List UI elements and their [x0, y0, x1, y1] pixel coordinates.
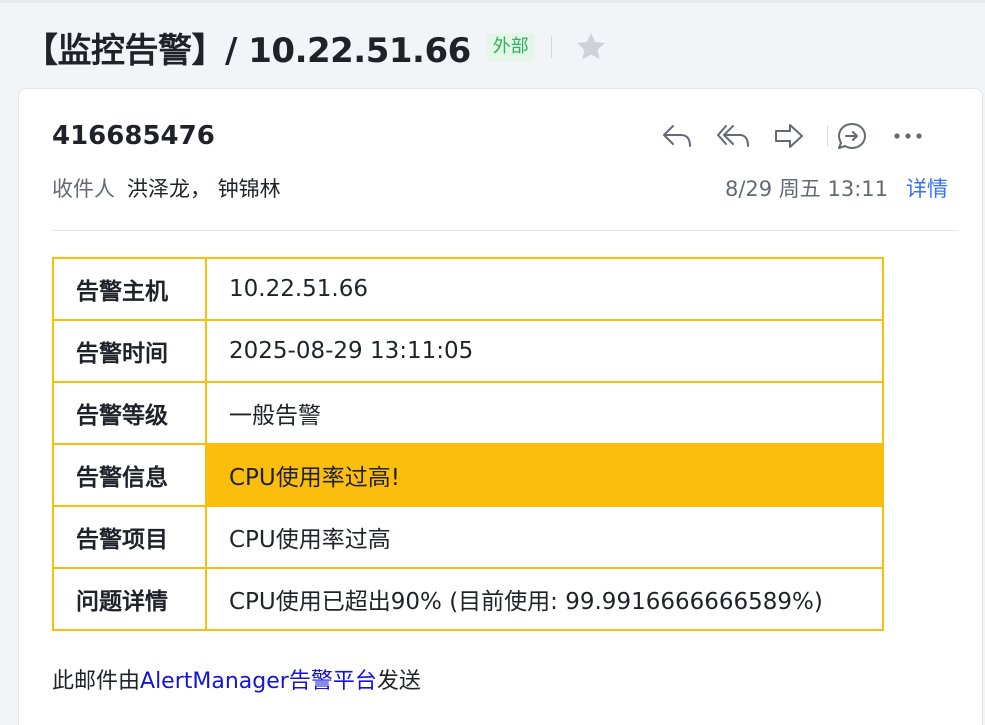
alert-table: 告警主机 10.22.51.66 告警时间 2025-08-29 13:11:05 告警…: [52, 257, 884, 631]
comment-icon: [838, 123, 866, 149]
alert-key-cell: 告警主机: [52, 257, 207, 321]
reply-icon: [663, 125, 691, 147]
alert-value-cell: 10.22.51.66: [205, 257, 884, 321]
table-row: 告警项目 CPU使用率过高: [52, 505, 884, 569]
alert-key-cell: 问题详情: [52, 567, 207, 631]
recipients-names: 洪泽龙， 钟锦林: [127, 177, 281, 201]
alert-key-cell: 告警时间: [52, 319, 207, 383]
table-row: 告警信息 CPU使用率过高!: [52, 443, 884, 507]
table-row: 告警主机 10.22.51.66: [52, 257, 884, 321]
alert-value-cell: 一般告警: [205, 381, 884, 445]
reply-all-icon: [717, 125, 749, 147]
email-subject: 【监控告警】/ 10.22.51.66: [24, 30, 471, 71]
alert-value-cell: 2025-08-29 13:11:05: [205, 319, 884, 383]
footer-suffix: 发送: [376, 669, 421, 694]
subject-row: 【监控告警】/ 10.22.51.66 外部: [24, 24, 608, 71]
forward-icon: [775, 124, 803, 148]
recipients-label: 收件人: [52, 177, 115, 201]
comment-button[interactable]: [834, 120, 870, 152]
table-row: 告警时间 2025-08-29 13:11:05: [52, 319, 884, 383]
alert-key-cell: 告警信息: [52, 443, 207, 507]
external-tag: 外部: [486, 33, 535, 61]
email-card: 416685476 收件人 洪泽龙， 钟锦林 8/29 周五 13:11 详情 …: [18, 88, 983, 725]
alert-value-cell-highlighted: CPU使用率过高!: [205, 443, 884, 507]
alert-value-cell: CPU使用率过高: [205, 505, 884, 569]
email-date: 8/29 周五 13:11: [724, 177, 888, 201]
separator: [550, 36, 552, 58]
details-link[interactable]: 详情: [906, 177, 948, 201]
alert-key-cell: 告警等级: [52, 381, 207, 445]
star-icon[interactable]: [574, 30, 608, 64]
forward-button[interactable]: [771, 120, 807, 152]
footer-prefix: 此邮件由: [52, 669, 141, 694]
alertmanager-link[interactable]: AlertManager告警平台: [140, 669, 377, 694]
recipients-row: 收件人 洪泽龙， 钟锦林: [52, 173, 281, 203]
header-divider: [52, 230, 958, 231]
more-icon: [894, 133, 922, 139]
date-row: 8/29 周五 13:11 详情: [725, 173, 948, 203]
table-row: 告警等级 一般告警: [52, 381, 884, 445]
alert-value-cell: CPU使用已超出90% (目前使用: 99.9916666666589%): [205, 567, 884, 631]
email-actions: [659, 119, 926, 153]
sender-name: 416685476: [52, 121, 215, 151]
actions-separator: [827, 125, 828, 147]
top-border: [0, 0, 985, 3]
more-button[interactable]: [890, 120, 926, 152]
alert-key-cell: 告警项目: [52, 505, 207, 569]
table-row: 问题详情 CPU使用已超出90% (目前使用: 99.9916666666589%…: [52, 567, 884, 631]
reply-button[interactable]: [659, 120, 695, 152]
reply-all-button[interactable]: [715, 120, 751, 152]
footer-text: 此邮件由AlertManager告警平台发送: [52, 663, 421, 695]
